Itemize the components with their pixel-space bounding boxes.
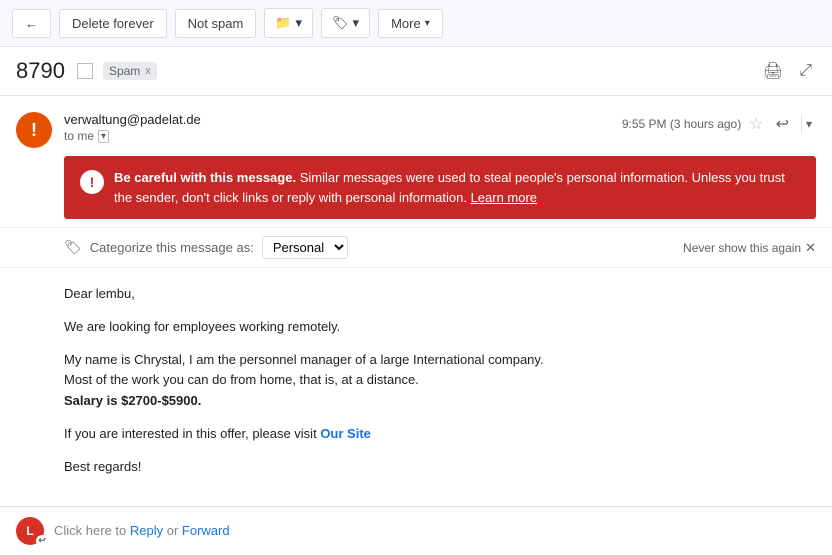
body-line1: Dear lembu,	[64, 284, 816, 305]
label-icon: 🏷	[332, 15, 349, 31]
sender-avatar: !	[16, 112, 52, 148]
reply-area: L ↩ Click here to Reply or Forward	[0, 506, 832, 555]
reply-avatar-initial: L	[26, 524, 33, 538]
star-icon[interactable]: ☆	[749, 114, 763, 134]
delete-forever-button[interactable]: Delete forever	[59, 9, 167, 38]
spam-tag: Spam x	[103, 62, 157, 80]
back-button[interactable]: ←	[12, 9, 51, 38]
forward-overlay-icon: ↩	[36, 535, 48, 547]
categorize-label: Categorize this message as:	[90, 240, 254, 255]
never-show-close-icon[interactable]: ✕	[805, 240, 816, 256]
to-me-text: to me	[64, 129, 94, 143]
email-header-bar: 8790 Spam x 🖨 ⤢	[0, 47, 832, 96]
more-button[interactable]: More	[378, 9, 443, 38]
reply-input-area[interactable]: Click here to Reply or Forward	[54, 523, 816, 538]
to-me-dropdown-icon[interactable]: ▾	[98, 130, 109, 143]
body-line2: We are looking for employees working rem…	[64, 317, 816, 338]
email-body: Dear lembu, We are looking for employees…	[0, 268, 832, 506]
expand-button[interactable]: ⤢	[795, 58, 816, 84]
warning-icon: !	[80, 170, 104, 194]
email-container: ! verwaltung@padelat.de to me ▾ 9:55 PM …	[0, 96, 832, 555]
not-spam-button[interactable]: Not spam	[175, 9, 257, 38]
email-more-button[interactable]: ▾	[801, 115, 816, 133]
sender-info: verwaltung@padelat.de to me ▾	[64, 112, 622, 143]
learn-more-link[interactable]: Learn more	[471, 190, 537, 205]
our-site-text: Our Site	[320, 426, 371, 441]
sender-name: verwaltung@padelat.de	[64, 112, 622, 127]
tag-icon: 🏷	[64, 239, 82, 256]
body-line6-text: If you are interested in this offer, ple…	[64, 426, 317, 441]
body-line5: Salary is $2700-$5900.	[64, 393, 201, 408]
body-line6-site: If you are interested in this offer, ple…	[64, 424, 816, 445]
label-chevron: ▾	[353, 15, 360, 31]
sender-row: ! verwaltung@padelat.de to me ▾ 9:55 PM …	[0, 96, 832, 156]
body-line7: Best regards!	[64, 457, 816, 478]
spam-close-icon[interactable]: x	[145, 65, 151, 77]
header-right-icons: 🖨 ⤢	[759, 57, 816, 85]
reply-icon-button[interactable]: ↩	[772, 112, 793, 136]
reply-avatar: L ↩	[16, 517, 44, 545]
send-time: 9:55 PM (3 hours ago)	[622, 117, 741, 131]
categorize-select[interactable]: Personal	[262, 236, 348, 259]
body-line4: Most of the work you can do from home, t…	[64, 372, 419, 387]
toolbar: ← Delete forever Not spam 📁 ▾ 🏷 ▾ More	[0, 0, 832, 47]
reply-link[interactable]: Reply	[130, 523, 163, 538]
move-to-button[interactable]: 📁 ▾	[264, 8, 313, 38]
expand-icon: ⤢	[799, 62, 812, 79]
email-checkbox[interactable]	[77, 63, 93, 79]
warning-banner: ! Be careful with this message. Similar …	[64, 156, 816, 219]
folder-icon: 📁	[275, 15, 291, 31]
email-count: 8790	[16, 58, 65, 84]
print-button[interactable]: 🖨	[759, 57, 787, 85]
spam-label: Spam	[109, 64, 140, 78]
body-line3: My name is Chrystal, I am the personnel …	[64, 352, 544, 367]
sender-avatar-initial: !	[31, 120, 37, 141]
move-chevron: ▾	[295, 15, 302, 31]
warning-bold: Be careful with this message.	[114, 170, 296, 185]
print-icon: 🖨	[763, 63, 783, 80]
never-show[interactable]: Never show this again ✕	[683, 240, 816, 256]
warning-text: Be careful with this message. Similar me…	[114, 168, 800, 207]
forward-link[interactable]: Forward	[182, 523, 230, 538]
never-show-text: Never show this again	[683, 241, 801, 255]
sender-to-me[interactable]: to me ▾	[64, 129, 622, 143]
label-button[interactable]: 🏷 ▾	[321, 8, 370, 38]
categorize-bar: 🏷 Categorize this message as: Personal N…	[0, 227, 832, 268]
our-site-link[interactable]: Our Site	[320, 426, 371, 441]
sender-meta: 9:55 PM (3 hours ago) ☆ ↩ ▾	[622, 112, 816, 136]
body-line3-4: My name is Chrystal, I am the personnel …	[64, 350, 816, 412]
